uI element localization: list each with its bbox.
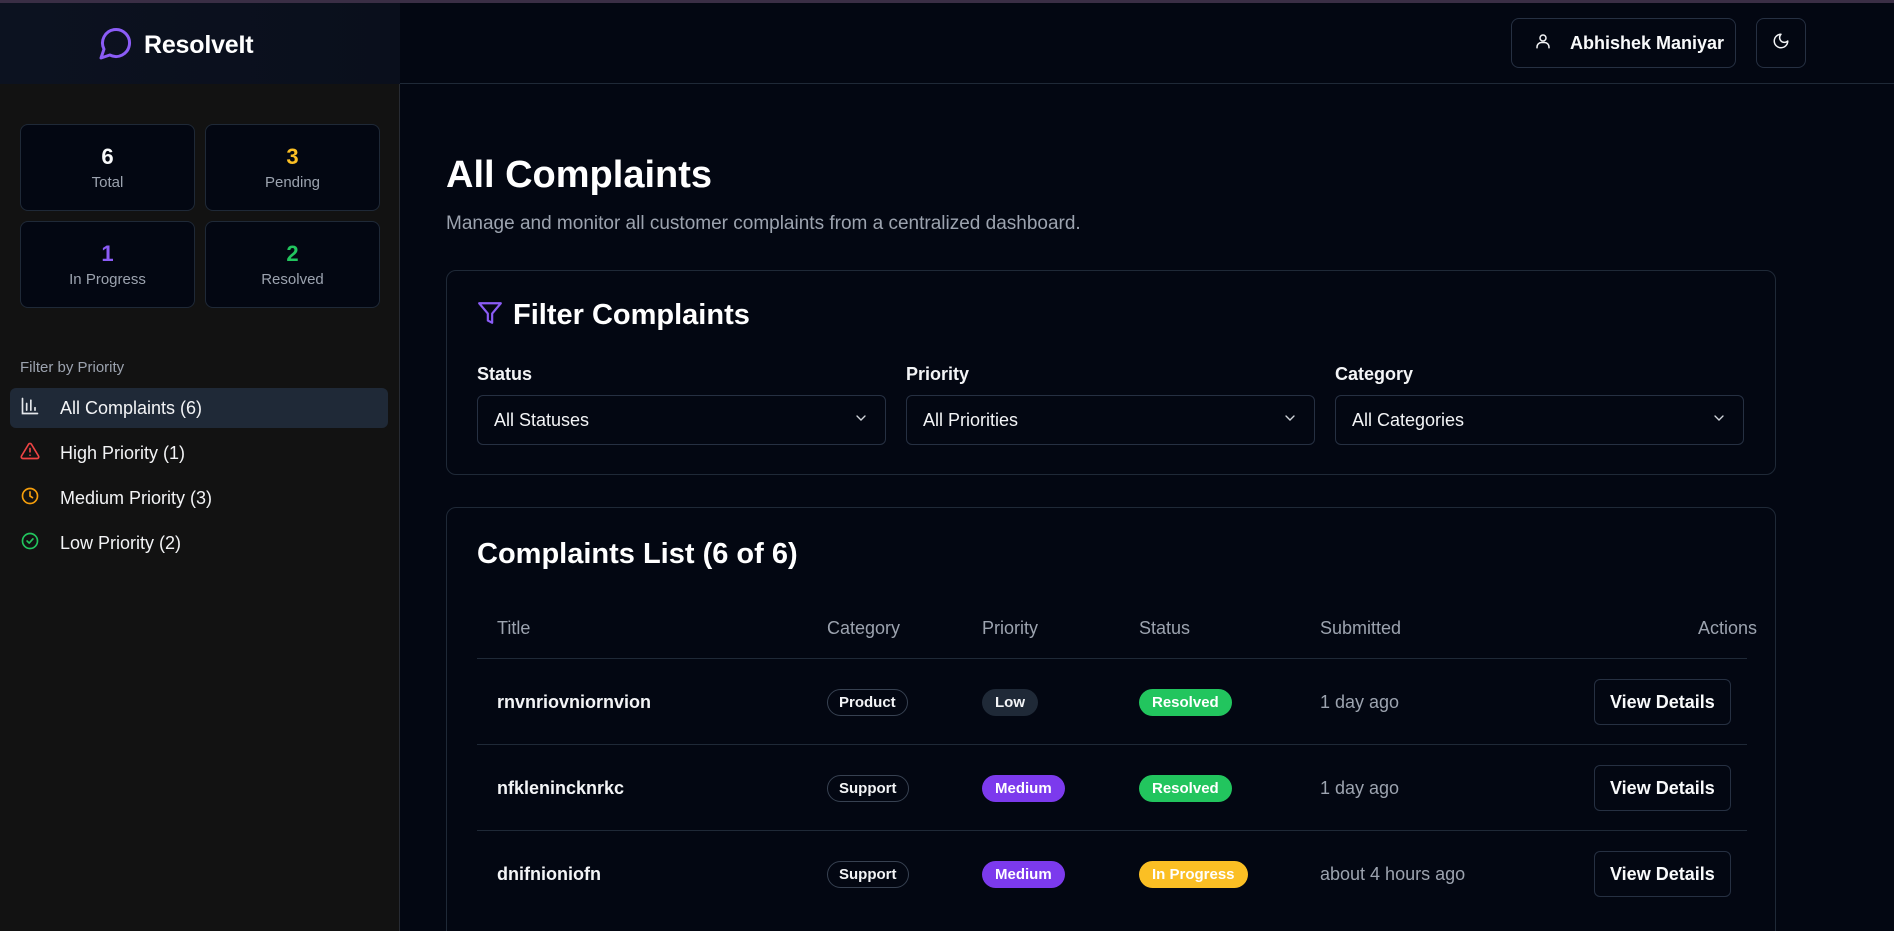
- priority-badge: Low: [982, 688, 1038, 716]
- sidebar: 6 Total 3 Pending 1 In Progress 2 Resolv…: [0, 84, 400, 931]
- filter-icon: [477, 300, 503, 331]
- status-badge: Resolved: [1139, 688, 1232, 716]
- page-subtitle: Manage and monitor all customer complain…: [446, 213, 1081, 234]
- view-details-button[interactable]: View Details: [1594, 679, 1731, 725]
- column-header-actions: Actions: [1698, 618, 1758, 638]
- complaint-title[interactable]: nfklenincknrkc: [497, 778, 624, 799]
- complaints-list-title: Complaints List (6 of 6): [477, 538, 798, 570]
- stat-label: Pending: [264, 174, 321, 191]
- category-badge: Support: [827, 774, 909, 802]
- column-header-title: Title: [497, 618, 531, 638]
- status-select[interactable]: All Statuses: [477, 395, 886, 445]
- status-select-value: All Statuses: [494, 409, 590, 430]
- table-row[interactable]: dnifnioniofn Support Medium In Progress …: [477, 830, 1747, 916]
- priority-select-value: All Priorities: [923, 409, 1019, 430]
- sidebar-item-low-priority[interactable]: Low Priority (2): [10, 523, 388, 563]
- filter-card: Filter Complaints Status All Statuses Pr…: [446, 270, 1776, 475]
- user-name: Abhishek Maniyar: [1570, 32, 1725, 53]
- priority-badge: Medium: [982, 860, 1065, 888]
- status-filter-label: Status: [477, 364, 533, 384]
- check-circle-icon: [20, 531, 40, 556]
- sidebar-item-label: Medium Priority (3): [60, 487, 213, 508]
- status-badge: Resolved: [1139, 774, 1232, 802]
- column-header-category: Category: [827, 618, 901, 638]
- sidebar-item-label: Low Priority (2): [60, 532, 182, 553]
- alert-triangle-icon: [20, 441, 40, 466]
- complaint-title[interactable]: dnifnioniofn: [497, 864, 601, 885]
- stat-label: Total: [91, 174, 124, 191]
- stat-card-resolved: 2 Resolved: [205, 221, 380, 308]
- category-badge: Product: [827, 688, 908, 716]
- column-header-status: Status: [1139, 618, 1191, 638]
- priority-select[interactable]: All Priorities: [906, 395, 1315, 445]
- column-header-submitted: Submitted: [1320, 618, 1402, 638]
- theme-toggle-button[interactable]: [1756, 18, 1806, 68]
- stat-value: 6: [101, 144, 114, 169]
- brand[interactable]: ResolveIt: [98, 25, 254, 66]
- sidebar-item-all-complaints[interactable]: All Complaints (6): [10, 388, 388, 428]
- complaint-title[interactable]: rnvnriovniornvion: [497, 692, 651, 713]
- stat-value: 1: [101, 241, 114, 266]
- category-select-value: All Categories: [1352, 409, 1465, 430]
- stat-label: Resolved: [261, 271, 324, 288]
- chevron-down-icon: [1282, 410, 1298, 431]
- submitted-time: 1 day ago: [1320, 691, 1400, 712]
- top-header: ResolveIt Abhishek Maniyar: [0, 3, 1894, 84]
- category-badge: Support: [827, 860, 909, 888]
- filter-by-priority-heading: Filter by Priority: [20, 359, 125, 376]
- clock-icon: [20, 486, 40, 511]
- stat-value: 2: [286, 241, 299, 266]
- complaints-list-card: Complaints List (6 of 6) Title Category …: [446, 507, 1776, 931]
- stat-card-pending: 3 Pending: [205, 124, 380, 211]
- filter-card-header: Filter Complaints: [477, 299, 750, 332]
- chevron-down-icon: [853, 410, 869, 431]
- stat-value: 3: [286, 144, 299, 169]
- stat-label: In Progress: [69, 271, 146, 288]
- user-icon: [1534, 32, 1552, 55]
- stat-card-in-progress: 1 In Progress: [20, 221, 195, 308]
- priority-filter-label: Priority: [906, 364, 970, 384]
- bar-chart-icon: [20, 396, 40, 421]
- chat-bubble-icon: [98, 25, 134, 66]
- brand-name: ResolveIt: [144, 31, 254, 59]
- sidebar-item-label: All Complaints (6): [60, 397, 203, 418]
- view-details-button[interactable]: View Details: [1594, 851, 1731, 897]
- sidebar-item-medium-priority[interactable]: Medium Priority (3): [10, 478, 388, 518]
- page-title: All Complaints: [446, 154, 713, 196]
- view-details-button[interactable]: View Details: [1594, 765, 1731, 811]
- category-select[interactable]: All Categories: [1335, 395, 1744, 445]
- moon-icon: [1772, 32, 1790, 55]
- filter-card-title: Filter Complaints: [513, 299, 750, 331]
- user-menu-button[interactable]: Abhishek Maniyar: [1511, 18, 1736, 68]
- sidebar-item-label: High Priority (1): [60, 442, 186, 463]
- submitted-time: 1 day ago: [1320, 777, 1400, 798]
- submitted-time: about 4 hours ago: [1320, 863, 1466, 884]
- stat-card-total: 6 Total: [20, 124, 195, 211]
- sidebar-item-high-priority[interactable]: High Priority (1): [10, 433, 388, 473]
- priority-badge: Medium: [982, 774, 1065, 802]
- column-header-priority: Priority: [982, 618, 1039, 638]
- category-filter-label: Category: [1335, 364, 1414, 384]
- status-badge: In Progress: [1139, 860, 1248, 888]
- table-row[interactable]: nfklenincknrkc Support Medium Resolved 1…: [477, 744, 1747, 830]
- table-row[interactable]: rnvnriovniornvion Product Low Resolved 1…: [477, 658, 1747, 744]
- chevron-down-icon: [1711, 410, 1727, 431]
